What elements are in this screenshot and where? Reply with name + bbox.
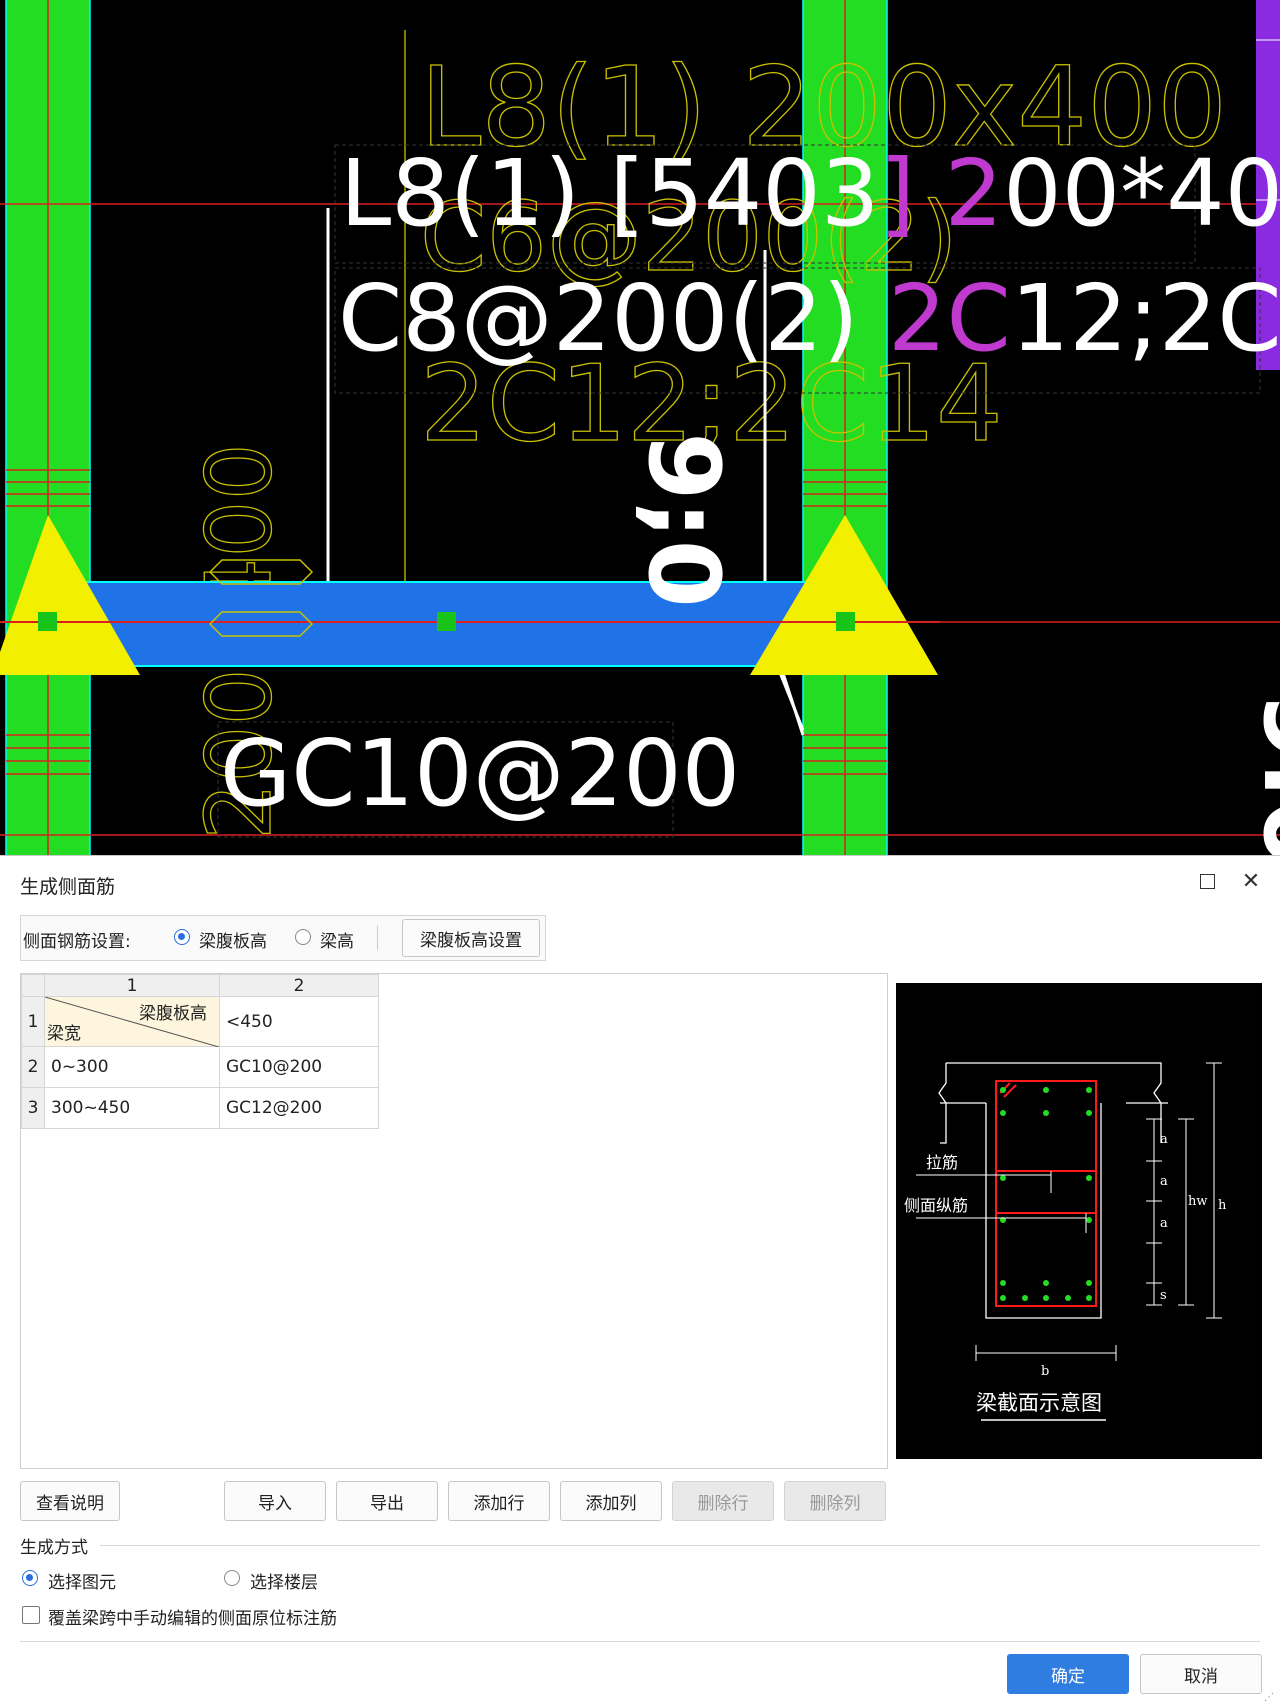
radio-beam-height[interactable] bbox=[295, 929, 311, 945]
rebar-rule-grid[interactable]: 1 2 1 梁腹板高 梁宽 <450 2 0~300 GC10@200 3 30… bbox=[20, 973, 888, 1469]
footer-divider bbox=[20, 1641, 1260, 1642]
row-header-2[interactable]: 2 bbox=[21, 1046, 45, 1088]
override-manual-rebar-checkbox[interactable] bbox=[22, 1606, 40, 1624]
rebar-rule-table[interactable]: 1 2 1 梁腹板高 梁宽 <450 2 0~300 GC10@200 3 30… bbox=[21, 974, 379, 1129]
close-icon[interactable]: ✕ bbox=[1236, 866, 1266, 896]
delete-row-button[interactable]: 删除行 bbox=[672, 1481, 774, 1521]
vertical-annotation[interactable]: 9;0 bbox=[626, 432, 740, 608]
svg-text:a: a bbox=[1160, 1132, 1168, 1147]
svg-text:s: s bbox=[1160, 1288, 1167, 1303]
maximize-icon[interactable] bbox=[1192, 866, 1222, 896]
grip-point-right[interactable] bbox=[836, 612, 855, 631]
row-header-1[interactable]: 1 bbox=[21, 996, 45, 1047]
radio-select-element-label[interactable]: 选择图元 bbox=[48, 1568, 116, 1593]
rebar-value-cell[interactable]: GC10@200 bbox=[219, 1046, 379, 1088]
grip-point-mid[interactable] bbox=[437, 612, 456, 631]
diag-label-beam-width: 梁宽 bbox=[47, 1024, 81, 1044]
web-height-settings-button[interactable]: 梁腹板高设置 bbox=[402, 919, 540, 957]
label-side-long-rebar: 侧面纵筋 bbox=[904, 1196, 968, 1215]
diagram-caption: 梁截面示意图 bbox=[976, 1391, 1102, 1415]
vertical-annotation-right[interactable]: 9:0 bbox=[1241, 692, 1280, 855]
svg-text:a: a bbox=[1160, 1174, 1168, 1189]
settings-label: 侧面钢筋设置: bbox=[23, 932, 131, 952]
override-manual-rebar-label[interactable]: 覆盖梁跨中手动编辑的侧面原位标注筋 bbox=[48, 1604, 337, 1629]
rebar-value-cell[interactable]: GC12@200 bbox=[219, 1087, 379, 1129]
width-range-cell[interactable]: 300~450 bbox=[44, 1087, 220, 1129]
add-row-button[interactable]: 添加行 bbox=[448, 1481, 550, 1521]
svg-text:a: a bbox=[1160, 1216, 1168, 1231]
dimension-labels: a a a hw h s b bbox=[1041, 1132, 1227, 1379]
radio-beam-height-label[interactable]: 梁高 bbox=[320, 927, 354, 952]
beam-section-diagram: 拉筋 侧面纵筋 a a a hw h s b 梁截面示意图 bbox=[896, 983, 1262, 1459]
section-divider bbox=[100, 1545, 1260, 1546]
delete-column-button[interactable]: 删除列 bbox=[784, 1481, 886, 1521]
diagonal-header-cell: 梁腹板高 梁宽 bbox=[44, 996, 220, 1047]
label-tie-rebar: 拉筋 bbox=[926, 1153, 958, 1172]
add-column-button[interactable]: 添加列 bbox=[560, 1481, 662, 1521]
radio-select-floor-label[interactable]: 选择楼层 bbox=[250, 1568, 318, 1593]
svg-text:h: h bbox=[1218, 1198, 1227, 1213]
row-header-3[interactable]: 3 bbox=[21, 1087, 45, 1129]
cad-drawing-canvas[interactable]: L8(1) 200x400 C6@200(2) 2C12;2C14 200x40… bbox=[0, 0, 1280, 855]
grip-point-left[interactable] bbox=[38, 612, 57, 631]
header-value-cell[interactable]: <450 bbox=[219, 996, 379, 1047]
rebar-dots bbox=[1000, 1087, 1092, 1301]
side-rebar-annotation[interactable]: GC10@200 bbox=[220, 720, 740, 827]
import-button[interactable]: 导入 bbox=[224, 1481, 326, 1521]
export-button[interactable]: 导出 bbox=[336, 1481, 438, 1521]
settings-separator bbox=[377, 926, 378, 950]
cancel-button[interactable]: 取消 bbox=[1140, 1654, 1262, 1694]
diag-label-web-height: 梁腹板高 bbox=[139, 1004, 207, 1024]
view-help-button[interactable]: 查看说明 bbox=[20, 1481, 120, 1521]
col-header-2[interactable]: 2 bbox=[219, 974, 379, 997]
beam-annotation-line1[interactable]: L8(1) [5403] 200*400 bbox=[340, 140, 1280, 247]
radio-web-height-label[interactable]: 梁腹板高 bbox=[199, 927, 267, 952]
resize-grip-icon[interactable]: ⋰ bbox=[1264, 1692, 1276, 1704]
radio-select-element[interactable] bbox=[22, 1570, 38, 1586]
col-header-1[interactable]: 1 bbox=[44, 974, 220, 997]
table-row[interactable]: 2 0~300 GC10@200 bbox=[21, 1046, 379, 1088]
table-row[interactable]: 3 300~450 GC12@200 bbox=[21, 1087, 379, 1129]
width-range-cell[interactable]: 0~300 bbox=[44, 1046, 220, 1088]
generate-side-rebar-dialog: 生成侧面筋 ✕ 侧面钢筋设置: 梁腹板高 梁高 梁腹板高设置 1 2 1 梁腹板… bbox=[0, 855, 1280, 1708]
radio-web-height[interactable] bbox=[174, 929, 190, 945]
ok-button[interactable]: 确定 bbox=[1007, 1654, 1129, 1694]
section-outline bbox=[938, 1062, 1168, 1319]
side-rebar-settings-bar: 侧面钢筋设置: 梁腹板高 梁高 梁腹板高设置 bbox=[20, 915, 546, 961]
svg-text:hw: hw bbox=[1188, 1194, 1208, 1209]
radio-select-floor[interactable] bbox=[224, 1570, 240, 1586]
beam-annotation-line2[interactable]: C8@200(2) 2C12;2C14 bbox=[338, 265, 1280, 372]
svg-text:b: b bbox=[1041, 1364, 1049, 1379]
generate-method-label: 生成方式 bbox=[20, 1538, 88, 1558]
grid-corner bbox=[21, 974, 45, 997]
dialog-title: 生成侧面筋 bbox=[20, 876, 116, 898]
